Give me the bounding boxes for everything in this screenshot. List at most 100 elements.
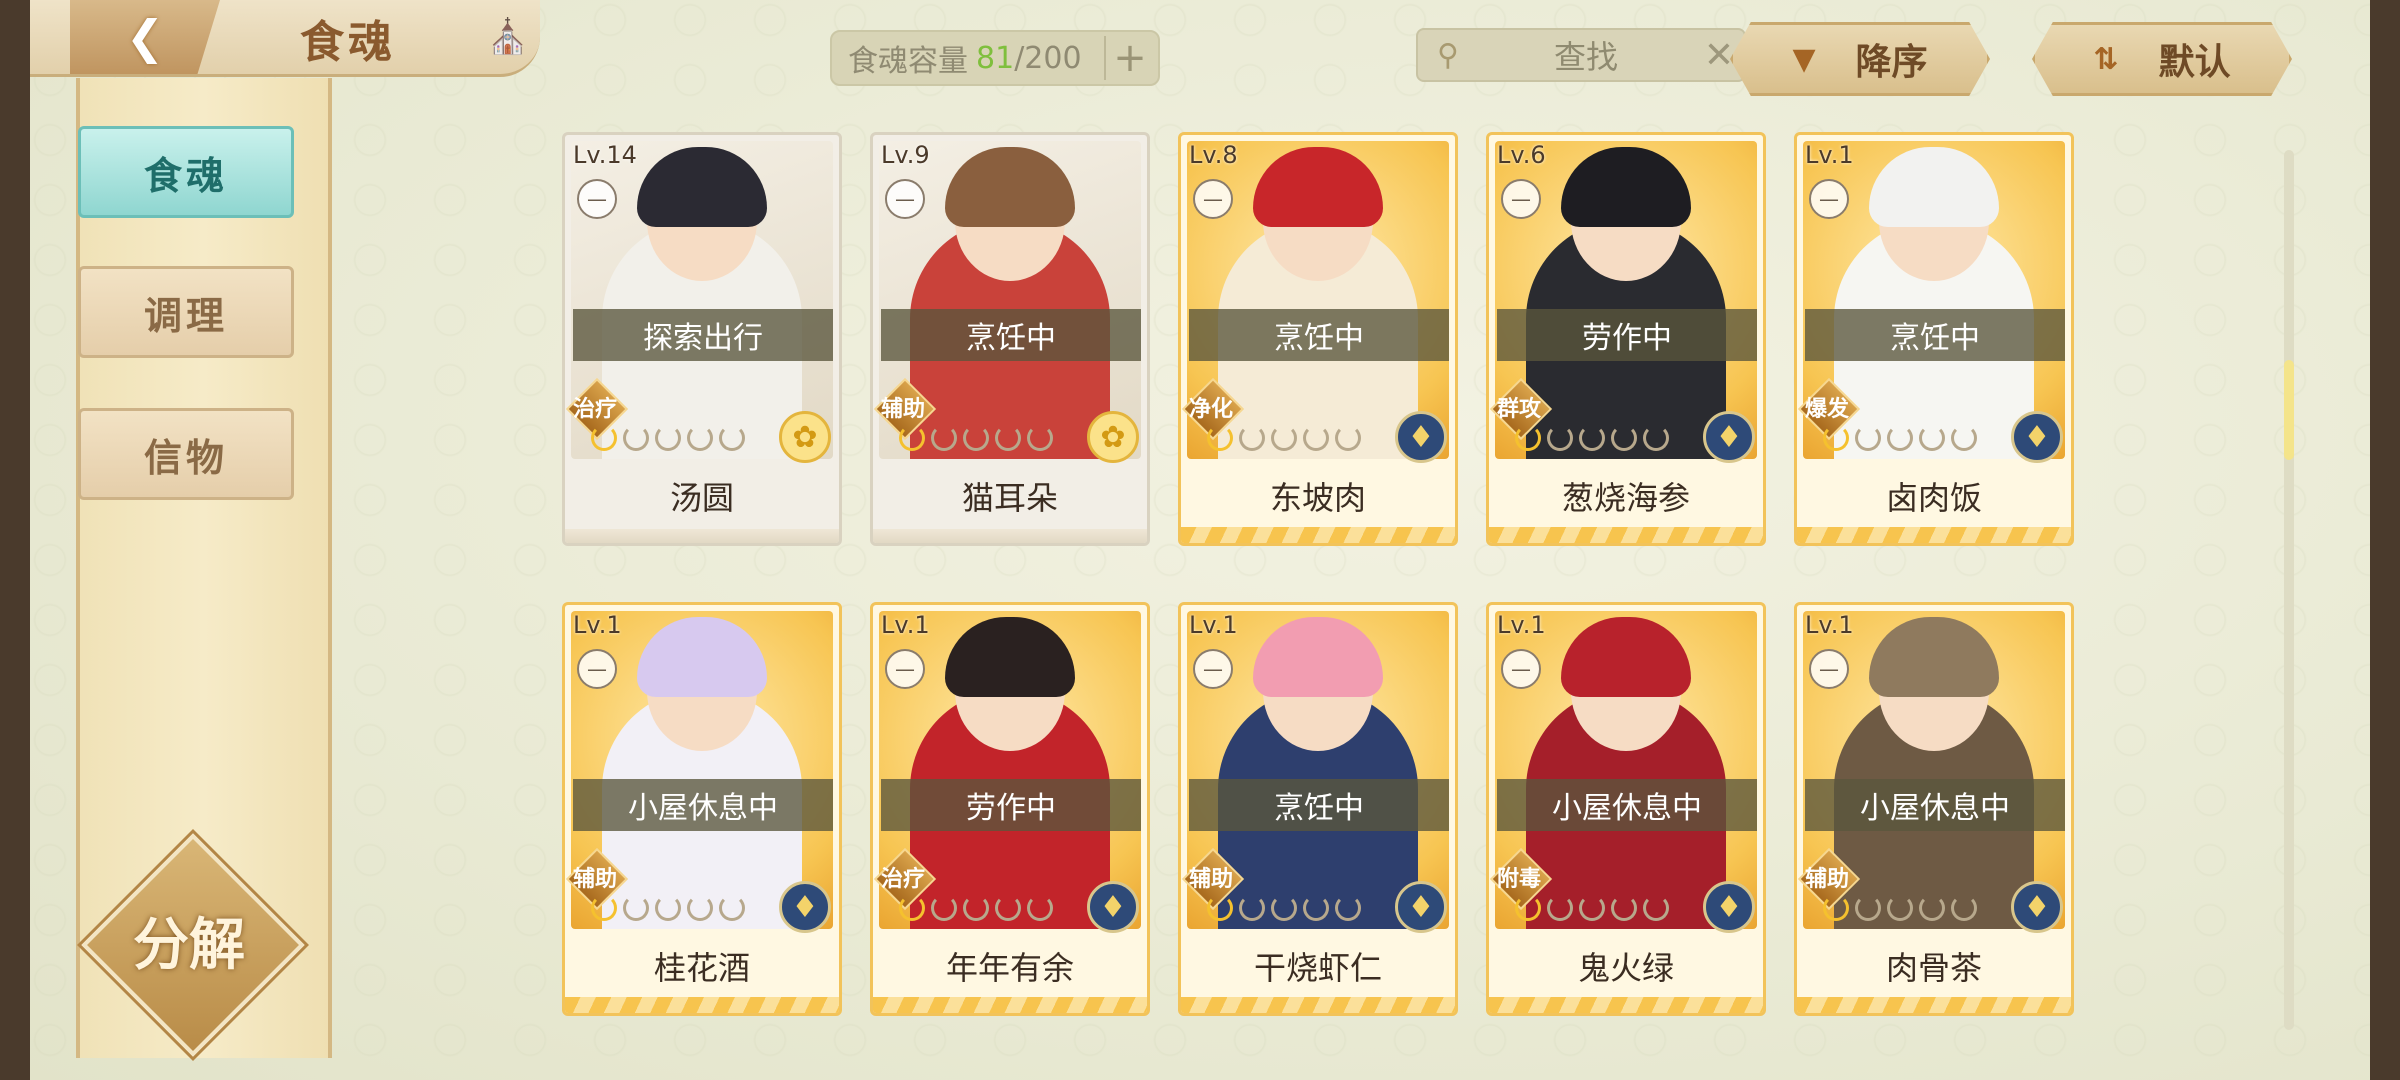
role-label: 净化 [1188, 397, 1233, 422]
status-banner: 劳作中 [881, 779, 1141, 831]
character-name: 鬼火绿 [1577, 949, 1674, 987]
character-hair [945, 147, 1075, 227]
food-soul-card[interactable]: Lv.1 — 劳作中 治疗 ♦ 年年有余 [870, 602, 1150, 1016]
flame-star-icon [1823, 425, 1849, 451]
flame-star-icon [1611, 895, 1637, 921]
star-rating [899, 895, 1053, 921]
character-name: 汤圆 [669, 479, 734, 517]
status-banner: 烹饪中 [1189, 309, 1449, 361]
search-box[interactable]: ⚲ 查找 ✕ [1416, 28, 1746, 82]
flame-star-icon [719, 895, 745, 921]
card-base [1489, 527, 1763, 543]
capacity-display: 食魂容量 81 /200 + [830, 30, 1160, 86]
flame-star-icon [1951, 895, 1977, 921]
role-label: 辅助 [1804, 867, 1849, 892]
sort-order-label: 降序 [1855, 42, 1928, 83]
character-name: 东坡肉 [1269, 479, 1366, 517]
flame-star-icon [995, 895, 1021, 921]
level-label: Lv.6 [1497, 141, 1546, 169]
flame-star-icon [1547, 895, 1573, 921]
lantern-emblem-icon: ♦ [2011, 881, 2063, 933]
character-name: 年年有余 [945, 949, 1074, 987]
flower-emblem-icon: ✿ [779, 411, 831, 463]
flame-star-icon [899, 425, 925, 451]
sidebar-item-conditioning[interactable]: 调理 [78, 266, 294, 358]
card-base [565, 529, 839, 543]
bowl-icon: — [577, 649, 617, 689]
character-name: 干烧虾仁 [1253, 949, 1382, 987]
sort-mode-button[interactable]: ⇅ 默认 [2032, 22, 2292, 96]
page-title: 食魂 [300, 17, 396, 68]
back-button[interactable]: ❮ [70, 0, 220, 74]
food-soul-card[interactable]: Lv.1 — 小屋休息中 辅助 ♦ 肉骨茶 [1794, 602, 2074, 1016]
level-label: Lv.8 [1189, 141, 1238, 169]
level-label: Lv.1 [573, 611, 622, 639]
flame-star-icon [1855, 895, 1881, 921]
flame-star-icon [1643, 425, 1669, 451]
character-name: 猫耳朵 [961, 479, 1058, 517]
level-label: Lv.9 [881, 141, 930, 169]
flame-star-icon [591, 895, 617, 921]
flame-star-icon [687, 895, 713, 921]
bowl-icon: — [1501, 179, 1541, 219]
lantern-emblem-icon: ♦ [1087, 881, 1139, 933]
role-label: 辅助 [572, 867, 617, 892]
flame-star-icon [1887, 425, 1913, 451]
status-banner: 小屋休息中 [1805, 779, 2065, 831]
add-capacity-button[interactable]: + [1104, 35, 1154, 81]
flame-star-icon [1919, 425, 1945, 451]
character-name: 卤肉饭 [1885, 479, 1982, 517]
food-soul-card[interactable]: Lv.1 — 小屋休息中 附毒 ♦ 鬼火绿 [1486, 602, 1766, 1016]
sort-mode-label: 默认 [2158, 42, 2231, 83]
food-soul-card[interactable]: Lv.14 — 探索出行 治疗 ✿ 汤圆 [562, 132, 842, 546]
role-label: 群攻 [1496, 397, 1541, 422]
card-base [1181, 527, 1455, 543]
character-hair [637, 147, 767, 227]
screen: ❮ 食魂 ⛪ 食魂容量 81 /200 + ⚲ 查找 ✕ ▼ 降序 ⇅ 默认 食… [30, 0, 2370, 1080]
decompose-label[interactable]: 分解 [114, 900, 264, 981]
food-soul-card[interactable]: Lv.8 — 烹饪中 净化 ♦ 东坡肉 [1178, 132, 1458, 546]
search-input[interactable]: 查找 [1478, 32, 1694, 78]
sidebar-item-food-souls[interactable]: 食魂 [78, 126, 294, 218]
sort-order-button[interactable]: ▼ 降序 [1730, 22, 1990, 96]
flower-emblem-icon: ✿ [1087, 411, 1139, 463]
flame-star-icon [1239, 895, 1265, 921]
sidebar-item-tokens[interactable]: 信物 [78, 408, 294, 500]
flame-star-icon [1303, 425, 1329, 451]
character-hair [1561, 147, 1691, 227]
scrollbar-thumb[interactable] [2284, 360, 2294, 460]
character-name: 葱烧海参 [1561, 479, 1690, 517]
bowl-icon: — [577, 179, 617, 219]
card-base [873, 529, 1147, 543]
flame-star-icon [1951, 425, 1977, 451]
star-rating [1515, 895, 1669, 921]
flame-star-icon [655, 425, 681, 451]
flame-star-icon [1643, 895, 1669, 921]
flame-star-icon [1027, 895, 1053, 921]
flame-star-icon [1207, 425, 1233, 451]
character-hair [637, 617, 767, 697]
character-hair [1253, 147, 1383, 227]
food-soul-card[interactable]: Lv.1 — 小屋休息中 辅助 ♦ 桂花酒 [562, 602, 842, 1016]
scrollbar[interactable] [2284, 150, 2294, 1030]
back-arrow-icon: ❮ [125, 10, 165, 64]
pavilion-icon[interactable]: ⛪ [480, 14, 536, 60]
bowl-icon: — [885, 179, 925, 219]
flame-star-icon [1303, 895, 1329, 921]
role-label: 爆发 [1804, 397, 1849, 422]
food-soul-card[interactable]: Lv.9 — 烹饪中 辅助 ✿ 猫耳朵 [870, 132, 1150, 546]
food-soul-card[interactable]: Lv.1 — 烹饪中 辅助 ♦ 干烧虾仁 [1178, 602, 1458, 1016]
status-banner: 烹饪中 [1189, 779, 1449, 831]
flame-star-icon [1515, 425, 1541, 451]
bowl-icon: — [1501, 649, 1541, 689]
flame-star-icon [1547, 425, 1573, 451]
card-base [873, 997, 1147, 1013]
food-soul-card[interactable]: Lv.1 — 烹饪中 爆发 ♦ 卤肉饭 [1794, 132, 2074, 546]
food-soul-card[interactable]: Lv.6 — 劳作中 群攻 ♦ 葱烧海参 [1486, 132, 1766, 546]
flame-star-icon [1611, 425, 1637, 451]
star-rating [1207, 895, 1361, 921]
star-rating [1823, 895, 1977, 921]
character-hair [1869, 147, 1999, 227]
role-label: 附毒 [1496, 867, 1541, 892]
flame-star-icon [1239, 425, 1265, 451]
